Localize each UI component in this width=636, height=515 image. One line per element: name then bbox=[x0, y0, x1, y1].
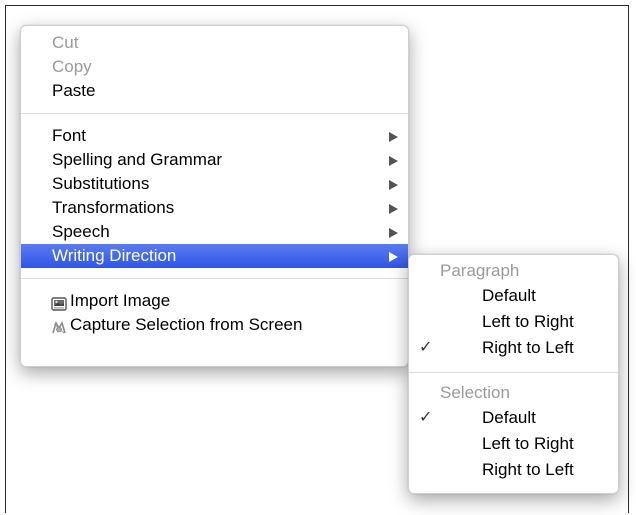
context-menu: Cut Copy Paste Font Spelling and Grammar… bbox=[20, 25, 409, 367]
menu-item-label: Right to Left bbox=[482, 338, 574, 357]
menu-item-transformations[interactable]: Transformations bbox=[21, 196, 408, 220]
menu-item-label: Copy bbox=[52, 57, 92, 76]
checkmark-icon: ✓ bbox=[419, 339, 433, 356]
menu-item-label: Writing Direction bbox=[52, 246, 177, 265]
menu-item-writing-direction[interactable]: Writing Direction bbox=[21, 244, 408, 268]
submenu-separator bbox=[409, 372, 618, 373]
menu-item-import-image[interactable]: Import Image bbox=[21, 289, 408, 313]
menu-item-label: Capture Selection from Screen bbox=[70, 315, 303, 334]
menu-item-spelling-and-grammar[interactable]: Spelling and Grammar bbox=[21, 148, 408, 172]
menu-item-label: Paste bbox=[52, 81, 96, 100]
menu-item-label: Default bbox=[482, 286, 536, 305]
menu-item-label: Left to Right bbox=[482, 312, 574, 331]
menu-item-speech[interactable]: Speech bbox=[21, 220, 408, 244]
menu-item-label: Speech bbox=[52, 222, 110, 241]
menu-item-label: Spelling and Grammar bbox=[52, 150, 223, 169]
submenu-arrow-icon bbox=[389, 156, 398, 166]
selection-default[interactable]: ✓ Default bbox=[409, 405, 618, 431]
image-icon bbox=[51, 294, 67, 311]
paragraph-default[interactable]: Default bbox=[409, 283, 618, 309]
paragraph-right-to-left[interactable]: ✓ Right to Left bbox=[409, 335, 618, 361]
selection-right-to-left[interactable]: Right to Left bbox=[409, 457, 618, 483]
menu-item-label: Substitutions bbox=[52, 174, 150, 193]
submenu-arrow-icon bbox=[389, 180, 398, 190]
menu-item-font[interactable]: Font bbox=[21, 124, 408, 148]
submenu-header-paragraph: Paragraph bbox=[440, 261, 520, 280]
menu-item-copy[interactable]: Copy bbox=[21, 55, 408, 79]
menu-separator bbox=[21, 113, 408, 114]
menu-item-label: Font bbox=[52, 126, 87, 145]
menu-item-cut[interactable]: Cut bbox=[21, 31, 408, 55]
menu-item-label: Default bbox=[482, 408, 536, 427]
camera-capture-icon bbox=[51, 318, 67, 334]
menu-separator bbox=[21, 278, 408, 279]
menu-item-paste[interactable]: Paste bbox=[21, 79, 408, 103]
selection-left-to-right[interactable]: Left to Right bbox=[409, 431, 618, 457]
writing-direction-submenu: Paragraph Default Left to Right ✓ Right … bbox=[408, 254, 619, 494]
menu-item-capture-selection[interactable]: Capture Selection from Screen bbox=[21, 313, 408, 337]
submenu-arrow-icon bbox=[389, 204, 398, 214]
menu-item-label: Cut bbox=[52, 33, 79, 52]
submenu-header-selection: Selection bbox=[440, 383, 510, 402]
checkmark-icon: ✓ bbox=[419, 409, 433, 426]
submenu-arrow-icon bbox=[389, 252, 398, 262]
paragraph-left-to-right[interactable]: Left to Right bbox=[409, 309, 618, 335]
menu-item-label: Right to Left bbox=[482, 460, 574, 479]
submenu-arrow-icon bbox=[389, 132, 398, 142]
menu-item-label: Left to Right bbox=[482, 434, 574, 453]
submenu-arrow-icon bbox=[389, 228, 398, 238]
menu-item-label: Transformations bbox=[52, 198, 175, 217]
menu-item-label: Import Image bbox=[70, 291, 171, 310]
menu-item-substitutions[interactable]: Substitutions bbox=[21, 172, 408, 196]
